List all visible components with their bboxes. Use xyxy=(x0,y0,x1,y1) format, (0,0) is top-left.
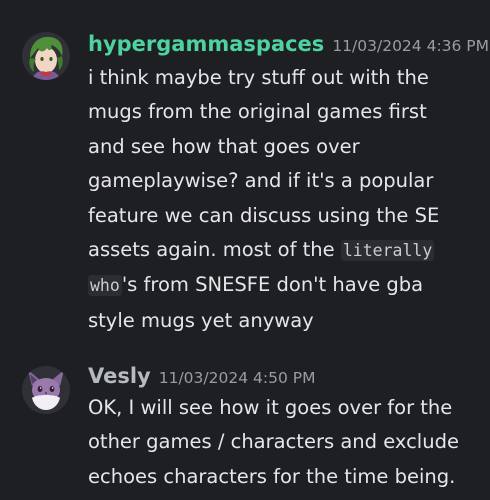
message-header: hypergammaspaces 11/03/2024 4:36 PM xyxy=(88,32,489,56)
inline-code: who xyxy=(88,275,122,297)
message-line: style mugs yet anyway xyxy=(88,308,314,332)
message-text: 's from SNESFE don't have gba xyxy=(121,273,424,297)
username[interactable]: hypergammaspaces xyxy=(88,32,324,56)
message-line: who's from SNESFE don't have gba xyxy=(88,268,490,303)
message-line: feature we can discuss using the SE xyxy=(88,203,440,227)
inline-code: literally xyxy=(340,240,435,262)
timestamp[interactable]: 11/03/2024 4:36 PM xyxy=(332,37,489,55)
avatar[interactable] xyxy=(22,32,70,80)
message-line: and see how that goes over xyxy=(88,134,360,158)
message-text: assets again. most of the xyxy=(88,238,341,262)
message-line: OK, I will see how it goes over for the xyxy=(88,396,453,419)
message-content: OK, I will see how it goes over for the … xyxy=(88,391,490,494)
message-line: echoes characters for the time being. xyxy=(88,464,456,488)
message-line: assets again. most of the literally xyxy=(88,233,490,268)
message-line: i think maybe try stuff out with the xyxy=(88,66,429,89)
message-line: mugs from the original games first xyxy=(88,100,427,124)
username[interactable]: Vesly xyxy=(88,364,151,388)
message-header: Vesly 11/03/2024 4:50 PM xyxy=(88,364,315,388)
eevee-avatar-icon xyxy=(22,366,70,414)
green-haired-character-avatar-icon xyxy=(22,32,70,80)
message-content: i think maybe try stuff out with the mug… xyxy=(88,61,490,338)
avatar[interactable] xyxy=(22,366,70,414)
message-line: other games / characters and exclude xyxy=(88,430,459,454)
timestamp[interactable]: 11/03/2024 4:50 PM xyxy=(159,369,316,387)
message-line: gameplaywise? and if it's a popular xyxy=(88,169,434,193)
